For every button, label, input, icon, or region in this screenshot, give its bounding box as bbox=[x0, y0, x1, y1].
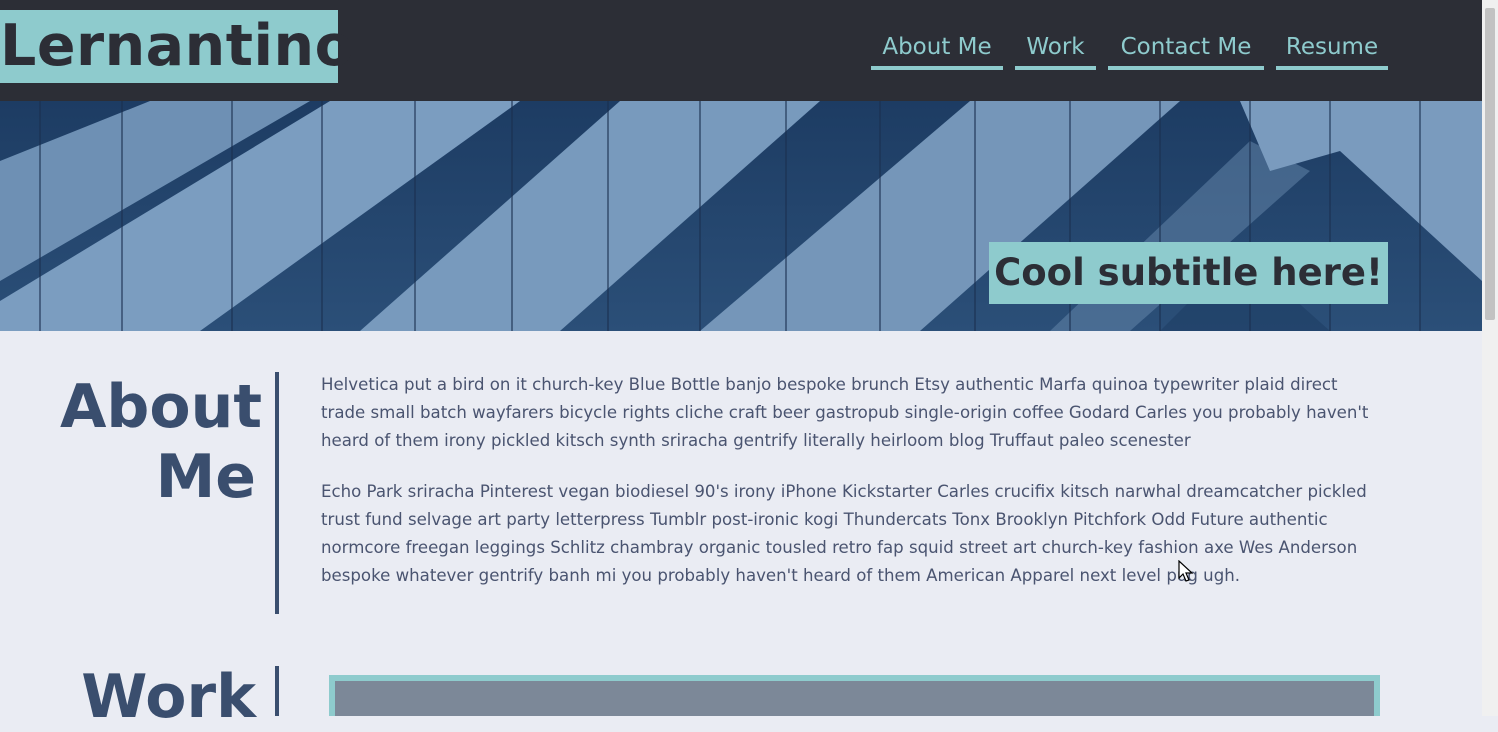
paragraph-line: Helvetica put a bird on it church-key Bl… bbox=[321, 375, 1338, 394]
paragraph-line: bespoke whatever gentrify banh mi you pr… bbox=[321, 566, 1241, 585]
about-title: About Me bbox=[60, 372, 263, 512]
nav-contact-me[interactable]: Contact Me bbox=[1108, 30, 1264, 70]
page-scrollbar[interactable] bbox=[1482, 0, 1498, 716]
paragraph-line: trade small batch wayfarers bicycle righ… bbox=[321, 403, 1369, 422]
paragraph-line: normcore freegan leggings Schlitz chambr… bbox=[321, 538, 1358, 557]
scrollbar-thumb[interactable] bbox=[1485, 8, 1495, 320]
work-title: Work bbox=[81, 662, 256, 732]
site-header: Lernantino About Me Work Contact Me Resu… bbox=[0, 0, 1482, 101]
paragraph-line: trust fund selvage art party letterpress… bbox=[321, 510, 1328, 529]
nav-work[interactable]: Work bbox=[1015, 30, 1096, 70]
about-paragraph: Echo Park sriracha Pinterest vegan biodi… bbox=[321, 478, 1383, 590]
about-divider bbox=[275, 372, 279, 614]
work-divider bbox=[275, 666, 279, 716]
nav-resume[interactable]: Resume bbox=[1276, 30, 1388, 70]
hero-subtitle: Cool subtitle here! bbox=[989, 242, 1388, 304]
site-logo[interactable]: Lernantino bbox=[0, 10, 354, 83]
work-project-card[interactable] bbox=[329, 675, 1380, 716]
about-paragraph: Helvetica put a bird on it church-key Bl… bbox=[321, 371, 1383, 455]
paragraph-line: Echo Park sriracha Pinterest vegan biodi… bbox=[321, 482, 1367, 501]
work-project-image bbox=[335, 681, 1374, 716]
about-title-line: About bbox=[60, 372, 263, 442]
paragraph-line: heard of them irony pickled kitsch synth… bbox=[321, 431, 1191, 450]
nav-about-me[interactable]: About Me bbox=[871, 30, 1003, 70]
mouse-pointer-icon bbox=[1178, 560, 1194, 582]
about-title-line: Me bbox=[155, 442, 256, 512]
